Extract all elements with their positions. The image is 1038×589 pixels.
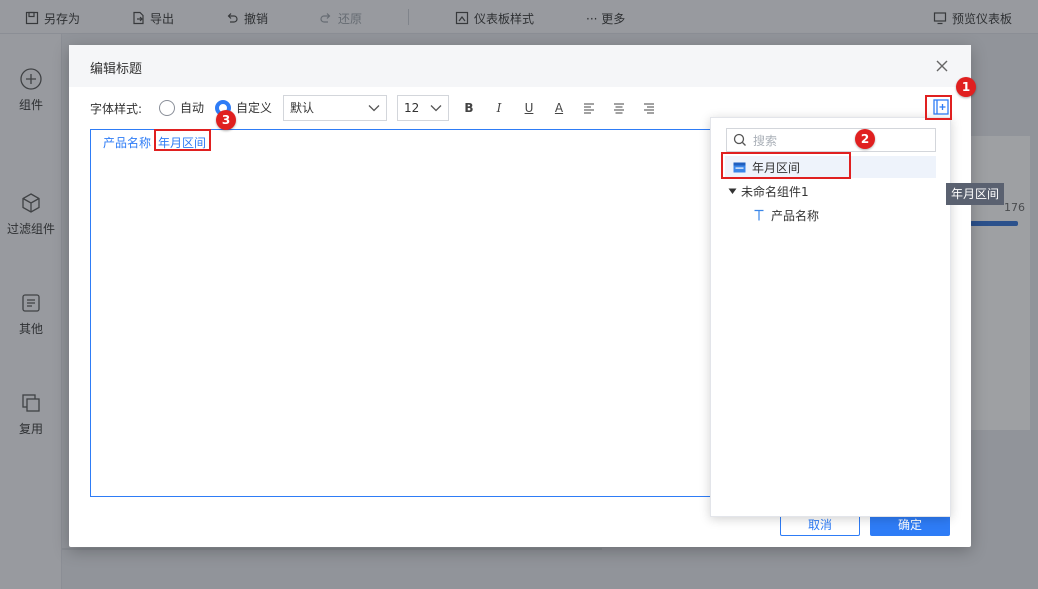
close-icon[interactable] — [933, 57, 951, 75]
radio-custom-label: 自定义 — [236, 101, 273, 115]
callout-box-2 — [721, 152, 851, 179]
dialog-title: 编辑标题 — [90, 62, 143, 77]
field-group-label: 未命名组件1 — [741, 184, 809, 199]
align-left-icon — [584, 103, 594, 114]
chevron-down-icon — [430, 105, 442, 112]
align-right-button[interactable] — [640, 99, 658, 117]
font-color-icon: A — [554, 101, 564, 115]
callout-box-1 — [925, 95, 952, 120]
align-right-icon — [644, 103, 654, 114]
font-family-select[interactable]: 默认 — [283, 95, 387, 121]
field-tooltip: 年月区间 — [946, 183, 1005, 205]
align-center-button[interactable] — [610, 99, 628, 117]
ok-button[interactable]: 确定 — [870, 514, 950, 536]
italic-button[interactable]: I — [490, 99, 508, 117]
underline-button[interactable]: U — [520, 99, 538, 117]
radio-auto-label: 自动 — [180, 101, 205, 115]
chevron-down-icon — [368, 105, 380, 112]
radio-circle — [159, 99, 175, 116]
callout-box-3 — [154, 129, 211, 151]
font-size-value: 12 — [404, 101, 420, 115]
triangle-down-icon — [728, 188, 737, 194]
font-color-button[interactable]: A — [550, 99, 568, 117]
font-size-select[interactable]: 12 — [397, 95, 449, 121]
callout-badge-2: 2 — [855, 129, 875, 149]
field-search-input[interactable]: 搜索 — [726, 128, 936, 152]
field-group-unnamed-component[interactable]: 未命名组件1 — [728, 180, 809, 202]
underline-icon: U — [524, 101, 534, 115]
font-style-label: 字体样式: — [90, 102, 143, 116]
search-icon — [733, 133, 746, 146]
align-center-icon — [614, 103, 624, 114]
font-family-value: 默认 — [290, 101, 315, 115]
cancel-button[interactable]: 取消 — [780, 514, 860, 536]
bold-button[interactable]: B — [460, 99, 478, 117]
search-placeholder: 搜索 — [753, 133, 778, 148]
field-item-product-name[interactable]: 产品名称 — [753, 204, 819, 226]
italic-icon: I — [496, 101, 502, 115]
bold-icon: B — [464, 101, 474, 115]
callout-badge-1: 1 — [956, 77, 976, 97]
align-left-button[interactable] — [580, 99, 598, 117]
field-item-label: 产品名称 — [771, 208, 820, 223]
text-t-icon — [754, 209, 764, 221]
callout-badge-3: 3 — [216, 110, 236, 130]
dialog-header: 编辑标题 — [69, 45, 971, 87]
editor-tag-product-name[interactable]: 产品名称 — [103, 134, 151, 151]
radio-auto[interactable]: 自动 — [159, 99, 204, 116]
